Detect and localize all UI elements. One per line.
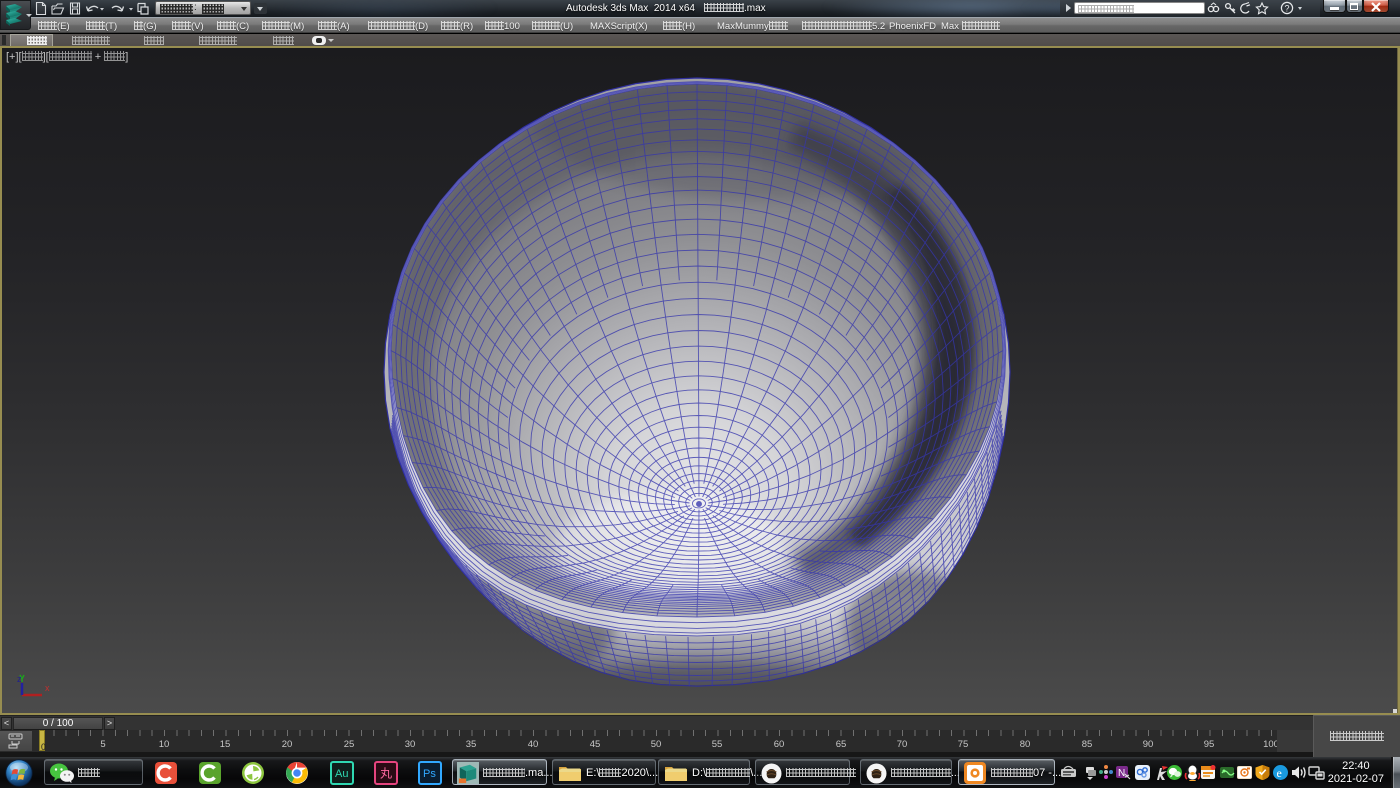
svg-text:丸: 丸 — [380, 767, 392, 781]
svg-text:e: e — [1277, 766, 1282, 780]
svg-text:Ps: Ps — [423, 768, 436, 780]
svg-text:Au: Au — [335, 768, 348, 780]
svg-text:x: x — [45, 683, 50, 693]
svg-text:?: ? — [1285, 4, 1290, 14]
svg-text:z: z — [17, 674, 22, 684]
svg-text:N: N — [1118, 768, 1125, 779]
